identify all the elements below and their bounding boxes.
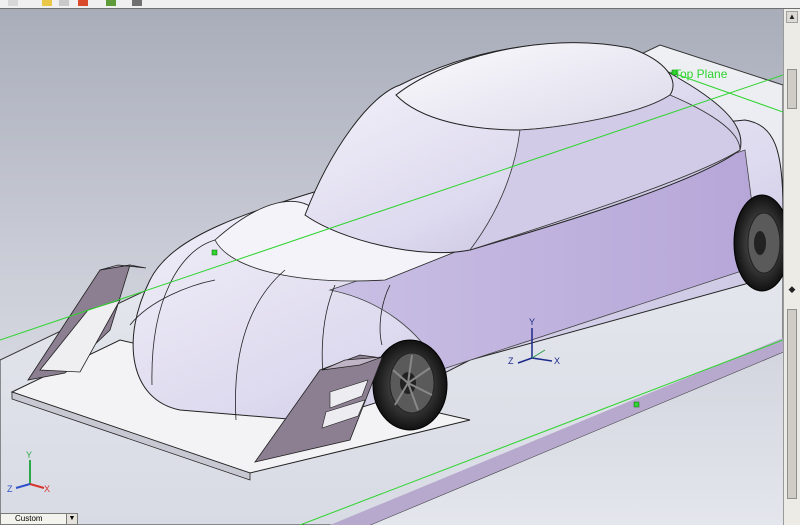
- configuration-value: Custom: [15, 514, 43, 523]
- toolbar-options-icon[interactable]: [132, 0, 142, 6]
- triad-x-label: X: [554, 356, 560, 366]
- toolbar: [0, 0, 800, 9]
- vertical-scrollbar[interactable]: ▲ ◆: [783, 9, 800, 525]
- scroll-thumb-lower[interactable]: [787, 309, 797, 499]
- toolbar-save-icon[interactable]: [59, 0, 69, 6]
- plane-handle[interactable]: [211, 249, 218, 256]
- top-plane-label[interactable]: Top Plane: [674, 67, 727, 81]
- toolbar-new-icon[interactable]: [8, 0, 18, 6]
- toolbar-print-icon[interactable]: [78, 0, 88, 6]
- configuration-select[interactable]: Custom ▼: [0, 513, 78, 525]
- corner-y-label: Y: [26, 450, 32, 460]
- car-model-svg: Y X Z Y X Z: [0, 42, 783, 525]
- chevron-down-icon[interactable]: ▼: [66, 514, 77, 524]
- graphics-viewport[interactable]: Y X Z Y X Z Top Plane: [0, 9, 783, 525]
- toolbar-rebuild-icon[interactable]: [106, 0, 116, 6]
- corner-x-label: X: [44, 484, 50, 494]
- toolbar-open-icon[interactable]: [42, 0, 52, 6]
- scroll-thumb[interactable]: [787, 69, 797, 109]
- triad-z-label: Z: [508, 356, 514, 366]
- triad-y-label: Y: [529, 317, 535, 327]
- plane-handle[interactable]: [633, 401, 640, 408]
- scroll-up-button[interactable]: ▲: [786, 11, 798, 23]
- front-wheel[interactable]: [372, 339, 448, 431]
- corner-z-label: Z: [7, 484, 13, 494]
- split-handle-icon[interactable]: ◆: [788, 285, 796, 294]
